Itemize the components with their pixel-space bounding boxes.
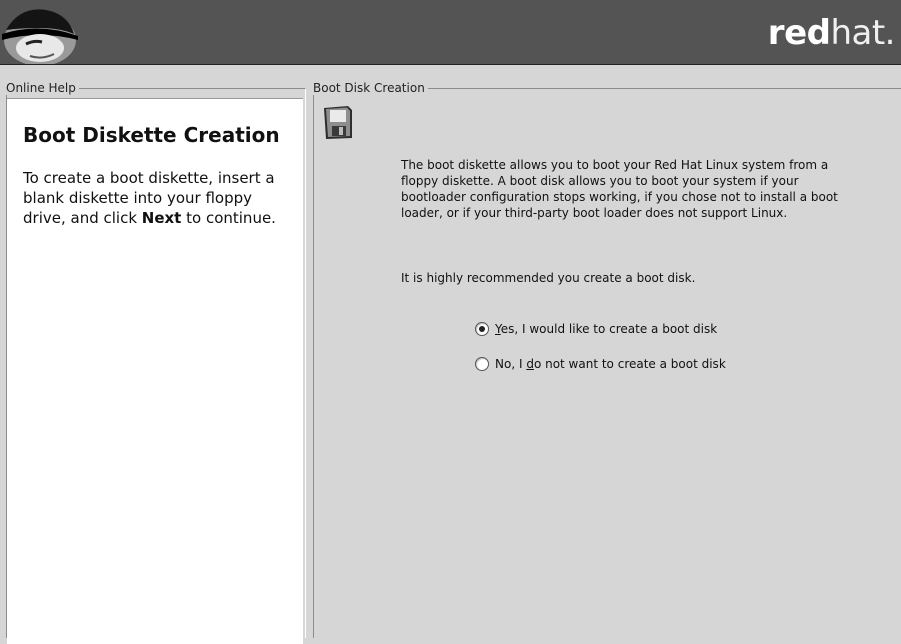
redhat-wordmark: redhat. [767, 13, 896, 53]
floppy-disk-icon [324, 106, 352, 139]
brand-light-text: hat. [830, 13, 895, 53]
radio-unselected-icon[interactable] [475, 357, 489, 371]
online-help-frame: Online Help Boot Diskette Creation To cr… [6, 81, 306, 644]
radio-yes-create-boot-disk[interactable]: Yes, I would like to create a boot disk [475, 320, 717, 338]
online-help-content[interactable]: Boot Diskette Creation To create a boot … [7, 98, 303, 644]
radio-no-label-rest: o not want to create a boot disk [533, 357, 726, 371]
radio-no-label[interactable]: No, I do not want to create a boot disk [495, 357, 726, 371]
help-body-after: to continue. [181, 209, 276, 227]
online-help-legend: Online Help [6, 81, 79, 95]
radio-selected-icon[interactable] [475, 322, 489, 336]
shadowman-logo-icon [0, 0, 80, 64]
radio-yes-label-rest: es, I would like to create a boot disk [500, 322, 718, 336]
help-title: Boot Diskette Creation [23, 123, 280, 147]
radio-yes-label[interactable]: Yes, I would like to create a boot disk [495, 322, 717, 336]
header-banner: redhat. [0, 0, 901, 65]
help-body-next: Next [141, 209, 182, 227]
boot-disk-description: The boot diskette allows you to boot you… [401, 158, 838, 220]
radio-no-label-prefix: No, I [495, 357, 527, 371]
boot-disk-recommendation: It is highly recommended you create a bo… [401, 271, 696, 285]
brand-bold-text: red [767, 13, 831, 53]
help-body-text: To create a boot diskette, insert a blan… [23, 168, 293, 228]
boot-disk-legend: Boot Disk Creation [313, 81, 428, 95]
radio-no-mnemonic: d [526, 357, 534, 371]
radio-no-boot-disk[interactable]: No, I do not want to create a boot disk [475, 355, 726, 373]
boot-disk-creation-frame: Boot Disk Creation The boot diskette all… [313, 81, 901, 638]
